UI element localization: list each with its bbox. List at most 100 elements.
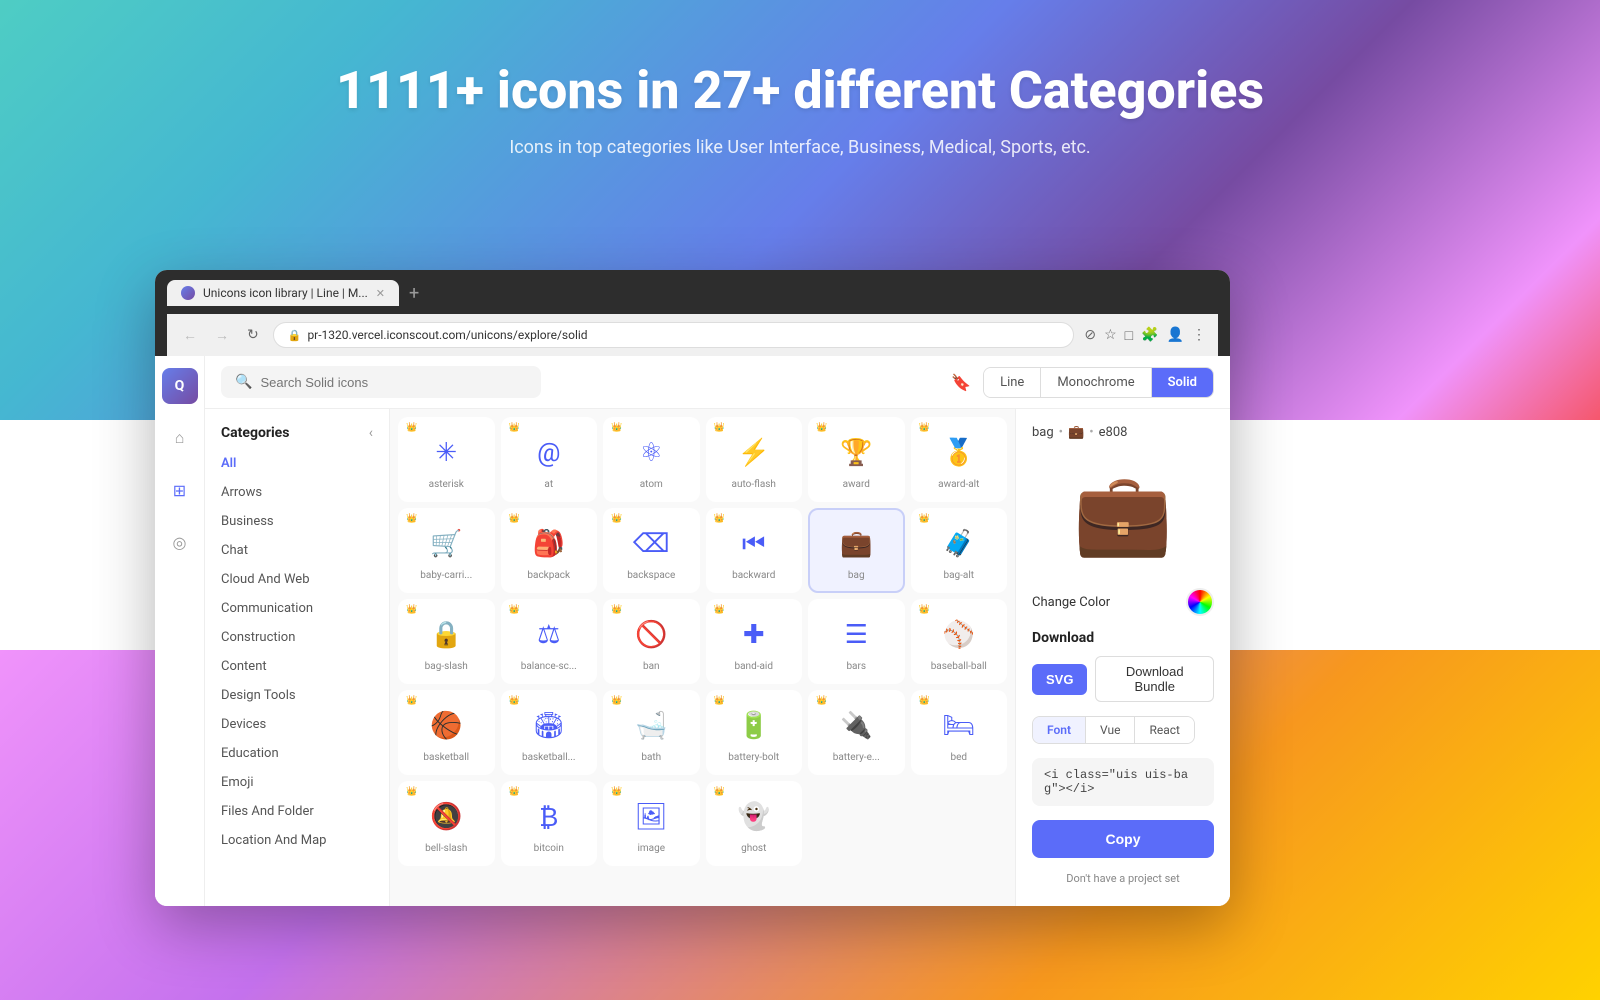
bookmark-icon[interactable]: 🔖 <box>951 373 971 392</box>
icon-cell-auto-flash[interactable]: 👑⚡auto-flash <box>706 417 803 502</box>
icon-cell-at[interactable]: 👑@at <box>501 417 598 502</box>
icon-cell-battery-bolt[interactable]: 👑🔋battery-bolt <box>706 690 803 775</box>
category-chat[interactable]: Chat <box>205 536 389 565</box>
font-tabs: Font Vue React <box>1032 716 1195 744</box>
icon-cell-backward[interactable]: 👑⏮backward <box>706 508 803 593</box>
icon-cell-battery-e---[interactable]: 👑🔌battery-e... <box>808 690 905 775</box>
icon-label: backspace <box>613 570 690 581</box>
detail-name: bag <box>1032 425 1054 440</box>
icon-cell-bell-slash[interactable]: 👑🔕bell-slash <box>398 781 495 866</box>
icon-symbol: 🛁 <box>633 708 669 744</box>
code-snippet: <i class="uis uis-bag"></i> <box>1032 758 1214 806</box>
icon-cell-balance-sc---[interactable]: 👑⚖balance-sc... <box>501 599 598 684</box>
premium-crown-icon: 👑 <box>406 514 417 524</box>
icon-symbol: 🔒 <box>428 617 464 653</box>
icon-symbol: ☰ <box>838 617 874 653</box>
icon-symbol: 🛏 <box>941 708 977 744</box>
icon-cell-backspace[interactable]: 👑⌫backspace <box>603 508 700 593</box>
icon-symbol: ✚ <box>736 617 772 653</box>
detail-header-info: bag • 💼 • e808 <box>1032 425 1127 440</box>
font-tab-vue[interactable]: Vue <box>1086 717 1135 743</box>
font-tab-font[interactable]: Font <box>1033 717 1086 743</box>
icon-cell-baseball-ball[interactable]: 👑⚾baseball-ball <box>911 599 1008 684</box>
category-devices[interactable]: Devices <box>205 710 389 739</box>
icon-symbol: ₿ <box>531 799 567 835</box>
icon-symbol: 👻 <box>736 799 772 835</box>
hero-title: 1111+ icons in 27+ different Categories <box>0 60 1600 121</box>
premium-crown-icon: 👑 <box>406 605 417 615</box>
puzzle-icon[interactable]: 🧩 <box>1141 327 1158 343</box>
category-files[interactable]: Files And Folder <box>205 797 389 826</box>
icon-cell-image[interactable]: 👑🖼image <box>603 781 700 866</box>
tab-close-button[interactable]: ✕ <box>376 287 385 300</box>
refresh-button[interactable]: ↻ <box>243 325 263 345</box>
premium-crown-icon: 👑 <box>714 787 725 797</box>
category-arrows[interactable]: Arrows <box>205 478 389 507</box>
icon-cell-atom[interactable]: 👑⚛atom <box>603 417 700 502</box>
logo-icon[interactable]: Q <box>162 368 198 404</box>
icon-cell-backpack[interactable]: 👑🎒backpack <box>501 508 598 593</box>
search-box[interactable]: 🔍 <box>221 366 541 398</box>
icon-cell-bars[interactable]: ☰bars <box>808 599 905 684</box>
icon-cell-basketball---[interactable]: 👑🏟basketball... <box>501 690 598 775</box>
home-icon[interactable]: ⌂ <box>162 420 198 456</box>
icon-cell-bitcoin[interactable]: 👑₿bitcoin <box>501 781 598 866</box>
bundle-download-button[interactable]: Download Bundle <box>1095 656 1214 702</box>
copy-button[interactable]: Copy <box>1032 820 1214 858</box>
icon-symbol: 🚫 <box>633 617 669 653</box>
address-bar[interactable]: 🔒 pr-1320.vercel.iconscout.com/unicons/e… <box>273 322 1075 348</box>
category-cloud[interactable]: Cloud And Web <box>205 565 389 594</box>
active-tab[interactable]: Unicons icon library | Line | M... ✕ <box>167 280 399 306</box>
icon-cell-ghost[interactable]: 👑👻ghost <box>706 781 803 866</box>
change-color-label: Change Color <box>1032 595 1110 610</box>
menu-icon[interactable]: ⋮ <box>1192 327 1206 343</box>
icon-symbol: 🖼 <box>633 799 669 835</box>
premium-crown-icon: 👑 <box>611 787 622 797</box>
icon-label: battery-bolt <box>716 752 793 763</box>
star-icon[interactable]: ☆ <box>1104 327 1117 343</box>
icon-cell-band-aid[interactable]: 👑✚band-aid <box>706 599 803 684</box>
svg-download-button[interactable]: SVG <box>1032 664 1087 695</box>
tab-solid[interactable]: Solid <box>1152 368 1213 397</box>
icon-cell-ban[interactable]: 👑🚫ban <box>603 599 700 684</box>
icon-cell-bag[interactable]: 💼bag <box>808 508 905 593</box>
avatar-icon: 👤 <box>1167 327 1184 343</box>
icon-cell-bag-alt[interactable]: 👑🧳bag-alt <box>911 508 1008 593</box>
icon-cell-bag-slash[interactable]: 👑 🔒 bag-slash <box>398 599 495 684</box>
category-design[interactable]: Design Tools <box>205 681 389 710</box>
icon-cell-bed[interactable]: 👑🛏bed <box>911 690 1008 775</box>
icon-cell-award-alt[interactable]: 👑🥇award-alt <box>911 417 1008 502</box>
browser-nav: ← → ↻ 🔒 pr-1320.vercel.iconscout.com/uni… <box>167 314 1218 356</box>
category-business[interactable]: Business <box>205 507 389 536</box>
category-content[interactable]: Content <box>205 652 389 681</box>
browser-tabs: Unicons icon library | Line | M... ✕ + <box>167 280 1218 306</box>
category-location[interactable]: Location And Map <box>205 826 389 855</box>
icon-cell-baby-carri---[interactable]: 👑🛒baby-carri... <box>398 508 495 593</box>
new-tab-button[interactable]: + <box>403 283 425 304</box>
category-education[interactable]: Education <box>205 739 389 768</box>
icon-cell-basketball[interactable]: 👑🏀basketball <box>398 690 495 775</box>
premium-crown-icon: 👑 <box>509 787 520 797</box>
icon-cell-asterisk[interactable]: 👑✳asterisk <box>398 417 495 502</box>
category-emoji[interactable]: Emoji <box>205 768 389 797</box>
back-button[interactable]: ← <box>179 325 201 346</box>
tab-line[interactable]: Line <box>984 368 1041 397</box>
icon-symbol: ✳ <box>428 435 464 471</box>
hero-subtitle: Icons in top categories like User Interf… <box>0 137 1600 158</box>
icons-area: 👑✳asterisk👑@at👑⚛atom👑⚡auto-flash👑🏆award👑… <box>390 409 1015 906</box>
circle-icon[interactable]: ◎ <box>162 524 198 560</box>
category-communication[interactable]: Communication <box>205 594 389 623</box>
tab-monochrome[interactable]: Monochrome <box>1041 368 1151 397</box>
grid-icon[interactable]: ⊞ <box>162 472 198 508</box>
icon-label: bag-slash <box>408 661 485 672</box>
icon-cell-bath[interactable]: 👑🛁bath <box>603 690 700 775</box>
collapse-button[interactable]: ‹ <box>369 425 373 441</box>
category-all[interactable]: All <box>205 449 389 478</box>
search-input[interactable] <box>260 375 527 390</box>
icon-cell-award[interactable]: 👑🏆award <box>808 417 905 502</box>
icon-label: bag-alt <box>921 570 998 581</box>
category-construction[interactable]: Construction <box>205 623 389 652</box>
forward-button[interactable]: → <box>211 325 233 346</box>
color-wheel-button[interactable] <box>1186 588 1214 616</box>
font-tab-react[interactable]: React <box>1135 717 1194 743</box>
